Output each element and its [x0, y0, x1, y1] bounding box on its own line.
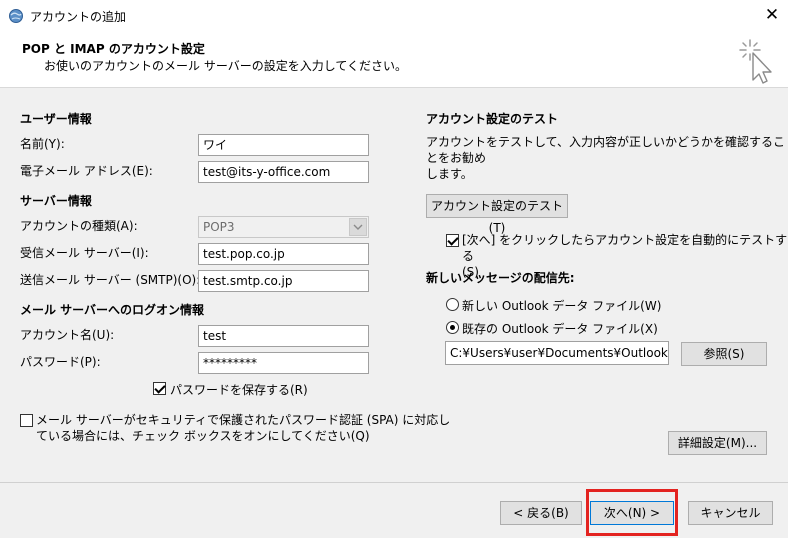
spa-label-line2: ている場合には、チェック ボックスをオンにしてください(Q) — [36, 429, 370, 443]
email-field[interactable]: test@its-y-office.com — [198, 161, 369, 183]
test-description: アカウントをテストして、入力内容が正しいかどうかを確認することをお勧め します。 — [426, 134, 788, 182]
advanced-settings-button[interactable]: 詳細設定(M)... — [668, 431, 767, 455]
account-type-dropdown: POP3 — [198, 216, 369, 238]
test-desc-line2: します。 — [426, 167, 473, 181]
account-type-value: POP3 — [203, 220, 235, 234]
save-password-checkbox[interactable] — [153, 382, 166, 395]
existing-data-file-label[interactable]: 既存の Outlook データ ファイル(X) — [462, 320, 658, 337]
spa-label-line1: メール サーバーがセキュリティで保護されたパスワード認証 (SPA) に対応し — [36, 413, 451, 427]
back-button[interactable]: < 戻る(B) — [500, 501, 582, 525]
delivery-heading: 新しいメッセージの配信先: — [426, 271, 575, 285]
name-field[interactable]: ワイ — [198, 134, 369, 156]
spa-label[interactable]: メール サーバーがセキュリティで保護されたパスワード認証 (SPA) に対応し … — [36, 412, 450, 444]
account-type-label: アカウントの種類(A): — [20, 219, 138, 233]
browse-button[interactable]: 参照(S) — [681, 342, 767, 366]
incoming-server-field[interactable]: test.pop.co.jp — [198, 243, 369, 265]
footer-divider — [0, 482, 788, 483]
outlook-globe-icon — [9, 9, 23, 23]
cancel-button[interactable]: キャンセル — [688, 501, 773, 525]
test-desc-line1: アカウントをテストして、入力内容が正しいかどうかを確認することをお勧め — [426, 135, 786, 165]
incoming-server-label: 受信メール サーバー(I): — [20, 246, 149, 260]
window-title: アカウントの追加 — [30, 10, 127, 24]
outgoing-server-field[interactable]: test.smtp.co.jp — [198, 270, 369, 292]
outgoing-server-label: 送信メール サーバー (SMTP)(O): — [20, 273, 201, 287]
spa-checkbox[interactable] — [20, 414, 33, 427]
test-settings-heading: アカウント設定のテスト — [426, 112, 559, 126]
name-label: 名前(Y): — [20, 137, 65, 151]
next-button-highlight-box — [586, 489, 678, 536]
data-file-path-field[interactable]: C:¥Users¥user¥Documents¥Outlook ファ — [445, 341, 669, 365]
existing-data-file-radio[interactable] — [446, 321, 459, 334]
logon-info-heading: メール サーバーへのログオン情報 — [20, 303, 205, 317]
page-title: POP と IMAP のアカウント設定 — [22, 42, 205, 56]
chevron-down-icon — [349, 218, 367, 236]
wizard-cursor-icon — [739, 39, 772, 84]
save-password-label[interactable]: パスワードを保存する(R) — [170, 381, 308, 398]
user-info-heading: ユーザー情報 — [20, 112, 92, 126]
email-label: 電子メール アドレス(E): — [20, 164, 153, 178]
auto-test-line1: [次へ] をクリックしたらアカウント設定を自動的にテストする — [462, 233, 788, 263]
new-data-file-radio[interactable] — [446, 298, 459, 311]
account-name-field[interactable]: test — [198, 325, 369, 347]
page-subtitle: お使いのアカウントのメール サーバーの設定を入力してください。 — [44, 59, 407, 73]
test-account-button[interactable]: アカウント設定のテスト(T) — [426, 194, 568, 235]
password-field[interactable]: ********* — [198, 352, 369, 374]
account-name-label: アカウント名(U): — [20, 328, 115, 342]
new-data-file-label[interactable]: 新しい Outlook データ ファイル(W) — [462, 297, 661, 314]
close-button[interactable]: ✕ — [762, 4, 782, 26]
server-info-heading: サーバー情報 — [20, 194, 92, 208]
password-label: パスワード(P): — [20, 355, 101, 369]
auto-test-checkbox[interactable] — [446, 234, 459, 247]
